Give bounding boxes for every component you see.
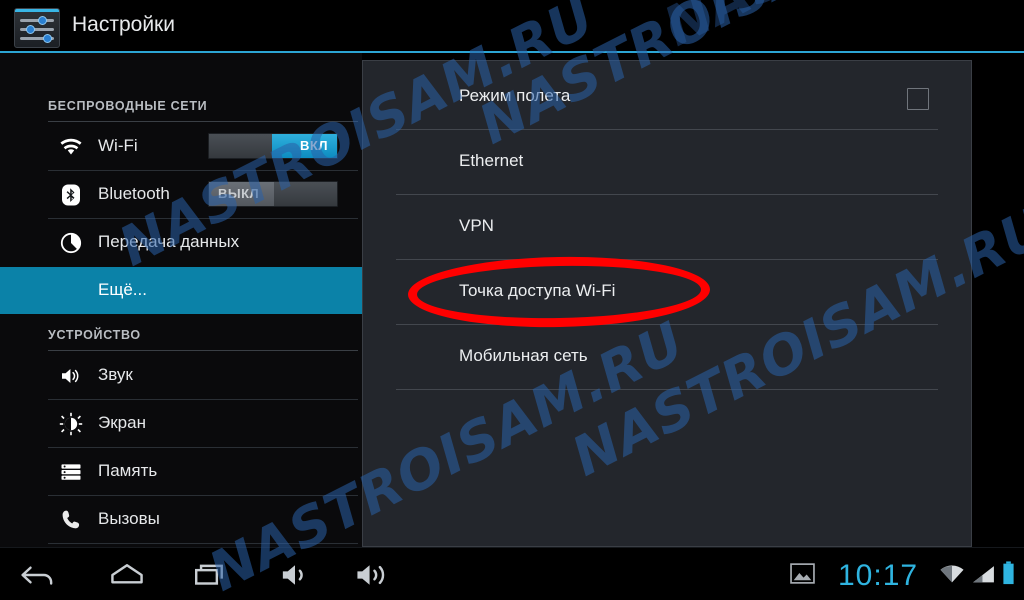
- volume-up-icon[interactable]: [345, 558, 399, 592]
- sidebar-item-label: Ещё...: [98, 280, 147, 299]
- wifi-icon: [60, 138, 82, 155]
- cellular-signal-icon: [971, 564, 996, 590]
- wifi-toggle[interactable]: ВКЛ: [208, 133, 338, 159]
- wifi-signal-icon: [938, 564, 966, 590]
- volume-down-icon[interactable]: [268, 558, 322, 592]
- sidebar-item-label: Wi-Fi: [98, 136, 138, 155]
- sidebar-section-wireless-title: БЕСПРОВОДНЫЕ СЕТИ: [48, 99, 208, 113]
- recents-icon[interactable]: [185, 558, 239, 592]
- list-item-airplane-mode[interactable]: Режим полета: [363, 65, 971, 129]
- wifi-toggle-label: ВКЛ: [300, 138, 328, 153]
- app-header: Настройки: [0, 0, 1024, 53]
- settings-sidebar: БЕСПРОВОДНЫЕ СЕТИ Wi-Fi ВКЛ Bluetooth ВЫ…: [0, 53, 362, 547]
- bluetooth-toggle[interactable]: ВЫКЛ: [208, 181, 338, 207]
- list-item-mobile-network[interactable]: Мобильная сеть: [363, 325, 971, 389]
- list-item-label: VPN: [459, 216, 494, 235]
- page-title: Настройки: [72, 13, 175, 36]
- battery-full-icon: [1002, 561, 1015, 591]
- sidebar-item-label: Память: [98, 461, 158, 480]
- list-item-wifi-hotspot[interactable]: Точка доступа Wi-Fi: [363, 260, 971, 324]
- sidebar-item-bluetooth[interactable]: Bluetooth ВЫКЛ: [0, 171, 362, 218]
- bluetooth-toggle-label: ВЫКЛ: [218, 186, 260, 201]
- sidebar-item-display[interactable]: Экран: [0, 400, 362, 447]
- storage-icon: [61, 464, 81, 480]
- list-item-label: Ethernet: [459, 151, 524, 170]
- divider: [48, 350, 358, 351]
- list-item-label: Точка доступа Wi-Fi: [459, 281, 616, 300]
- settings-sliders-icon: [14, 8, 60, 48]
- brightness-icon: [59, 412, 83, 436]
- list-item-ethernet[interactable]: Ethernet: [363, 130, 971, 194]
- sidebar-item-more[interactable]: Ещё...: [0, 267, 362, 314]
- bluetooth-icon: [62, 184, 80, 206]
- sidebar-item-label: Звук: [98, 365, 133, 384]
- home-icon[interactable]: [100, 558, 154, 592]
- airplane-mode-checkbox[interactable]: [907, 88, 929, 110]
- divider: [48, 543, 358, 544]
- system-navigation-bar: 10:17: [0, 547, 1024, 600]
- list-item-label: Режим полета: [459, 86, 571, 105]
- speaker-icon: [62, 369, 79, 383]
- divider: [396, 389, 938, 390]
- sidebar-item-label: Экран: [98, 413, 146, 432]
- list-item-label: Мобильная сеть: [459, 346, 588, 365]
- sidebar-item-data-usage[interactable]: Передача данных: [0, 219, 362, 266]
- more-settings-panel: Режим полета Ethernet VPN Точка доступа …: [362, 60, 972, 547]
- sidebar-item-calls[interactable]: Вызовы: [0, 496, 362, 543]
- image-icon[interactable]: [790, 563, 815, 589]
- sidebar-item-wifi[interactable]: Wi-Fi ВКЛ: [0, 123, 362, 170]
- list-item-vpn[interactable]: VPN: [363, 195, 971, 259]
- sidebar-section-device-title: УСТРОЙСТВО: [48, 328, 141, 342]
- phone-icon: [62, 510, 80, 529]
- data-usage-pie-icon: [60, 232, 82, 254]
- sidebar-item-label: Вызовы: [98, 509, 160, 528]
- sidebar-item-label: Bluetooth: [98, 184, 170, 203]
- sidebar-item-storage[interactable]: Память: [0, 448, 362, 495]
- header-underline: [0, 51, 1024, 53]
- android-settings-screen: Настройки БЕСПРОВОДНЫЕ СЕТИ Wi-Fi ВКЛ Bl…: [0, 0, 1024, 600]
- status-clock: 10:17: [838, 559, 919, 592]
- back-icon[interactable]: [12, 558, 66, 592]
- sidebar-item-label: Передача данных: [98, 232, 240, 251]
- divider: [48, 121, 358, 122]
- sidebar-item-sound[interactable]: Звук: [0, 352, 362, 399]
